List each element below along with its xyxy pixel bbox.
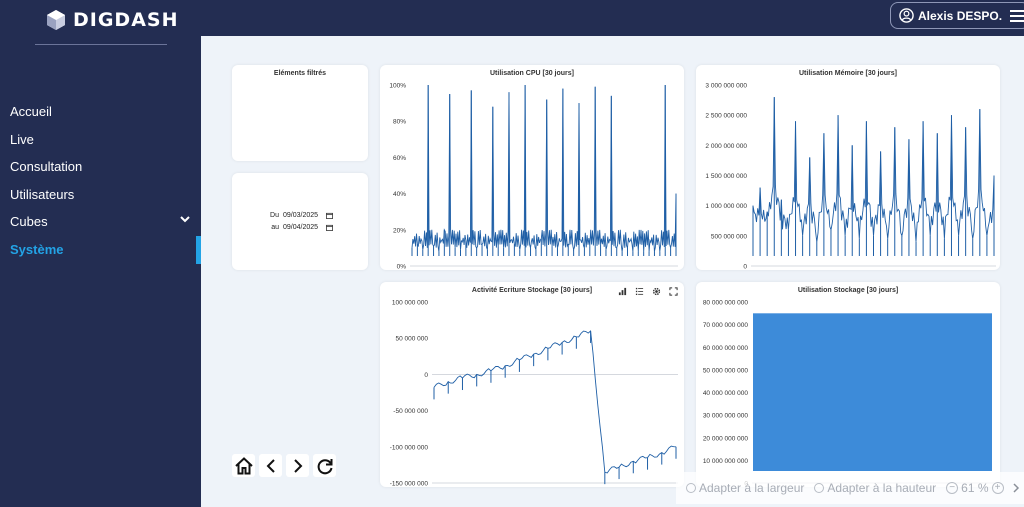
filtered-elements-card: Eléments filtrés [232,65,368,161]
sidebar-item-utilisateurs[interactable]: Utilisateurs [10,187,74,202]
calendar-icon[interactable] [326,212,334,219]
y-tick-label: 40 000 000 000 [703,390,749,397]
y-tick-label: 60 000 000 000 [703,345,749,352]
previous-page-button[interactable] [259,454,282,477]
fit-width-option[interactable]: Adapter à la largeur [686,481,804,495]
y-tick-label: 0 [743,264,747,271]
cpu-chart-card: Utilisation CPU [30 jours] 100% 80% 60% 40%… [380,65,684,270]
calendar-icon[interactable] [326,224,334,231]
storage-write-chart-card: Activité Ecriture Stockage [30 jours] 10… [380,282,684,487]
sidebar-item-live[interactable]: Live [10,132,34,147]
y-tick-label: -150 000 000 [390,481,429,488]
y-tick-label: 1 500 000 000 [705,173,747,180]
zoom-bar: Adapter à la largeur Adapter à la hauteu… [676,472,1024,504]
memory-chart: 3 000 000 000 2 500 000 000 2 000 000 000 1… [705,83,996,271]
sidebar: Accueil Live Consultation Utilisateurs C… [0,36,201,507]
y-tick-label: 40% [393,191,406,198]
date-from-row: Du 09/03/2025 [265,212,334,219]
fit-height-option[interactable]: Adapter à la hauteur [814,481,936,495]
zoom-in-icon[interactable]: + [991,482,1004,494]
page-navigation [232,454,336,477]
fit-height-label: Adapter à la hauteur [827,481,937,495]
y-tick-label: -50 000 000 [393,408,428,415]
y-tick-label: -100 000 000 [390,444,429,451]
y-tick-label: 3 000 000 000 [705,83,747,90]
line-series [752,97,995,242]
fit-width-label: Adapter à la largeur [699,481,805,495]
home-button[interactable] [232,454,255,477]
zoom-out-icon[interactable]: − [946,482,959,494]
home-icon [234,456,253,474]
y-tick-label: 20% [393,227,406,234]
y-tick-label: 80% [393,119,406,126]
y-tick-label: 100 000 000 [392,300,429,307]
sidebar-item-consultation[interactable]: Consultation [10,159,82,174]
zoom-level: 61 % [961,481,989,495]
active-indicator [196,236,201,264]
sidebar-item-systeme[interactable]: Système [10,242,63,257]
y-tick-label: 30 000 000 000 [703,413,749,420]
zoom-controls: − 61 % + [946,481,1004,495]
y-tick-label: 10 000 000 000 [703,458,749,465]
next-page-button[interactable] [286,454,309,477]
y-tick-label: 70 000 000 000 [703,322,749,329]
user-icon [899,8,914,23]
refresh-button[interactable] [313,454,336,477]
date-to-label: au [271,224,279,231]
date-to-input[interactable]: 09/04/2025 [283,224,318,231]
logo-text: DIGDASH [73,9,179,31]
y-tick-label: 2 500 000 000 [705,113,747,120]
memory-chart-card: Utilisation Mémoire [30 jours] 3 000 000… [696,65,1000,270]
y-tick-label: 20 000 000 000 [703,435,749,442]
y-tick-label: 500 000 000 [711,233,748,240]
sidebar-item-cubes[interactable]: Cubes [10,214,48,229]
chevron-right-icon[interactable] [1012,483,1020,493]
date-filter-card: Du 09/03/2025 au 09/04/2025 [232,173,368,270]
chevron-down-icon[interactable] [180,215,190,223]
hamburger-menu-icon[interactable] [1010,9,1024,22]
chevron-left-icon [266,458,275,473]
y-tick-label: 50 000 000 000 [703,367,749,374]
line-series [433,330,677,474]
date-from-input[interactable]: 09/03/2025 [283,212,318,219]
card-title: Eléments filtrés [273,70,327,77]
y-tick-label: 100% [389,83,406,90]
logo-cube-icon [47,10,65,30]
y-tick-label: 2 000 000 000 [705,143,747,150]
date-from-label: Du [270,212,279,219]
radio-icon [686,483,696,493]
sidebar-item-accueil[interactable]: Accueil [10,104,52,119]
storage-usage-chart-card: Utilisation Stockage [30 jours] 80 000 0… [696,282,1000,487]
cpu-chart: 100% 80% 60% 40% 20% 0% [389,83,678,271]
sidebar-divider [35,44,167,45]
y-tick-label: 60% [393,155,406,162]
y-tick-label: 0% [397,264,407,271]
user-menu[interactable]: Alexis DESPO... [890,2,1024,29]
line-series [411,84,677,252]
refresh-icon [317,458,332,474]
radio-icon [814,483,825,493]
storage-write-chart: 100 000 000 50 000 000 0 -50 000 000 -100 00… [390,300,678,488]
top-bar: DIGDASH Alexis DESPO... [0,0,1024,36]
y-tick-label: 1 000 000 000 [705,203,747,210]
chevron-right-icon [293,458,302,473]
y-tick-label: 80 000 000 000 [703,300,749,307]
storage-usage-chart: 80 000 000 000 70 000 000 000 60 000 000 0… [703,300,996,487]
y-tick-label: 50 000 000 [395,336,428,343]
area-series [753,313,992,471]
date-to-row: au 09/04/2025 [265,224,334,231]
app-logo[interactable]: DIGDASH [45,9,179,31]
y-tick-label: 0 [424,372,428,379]
user-name: Alexis DESPO... [918,8,1002,23]
